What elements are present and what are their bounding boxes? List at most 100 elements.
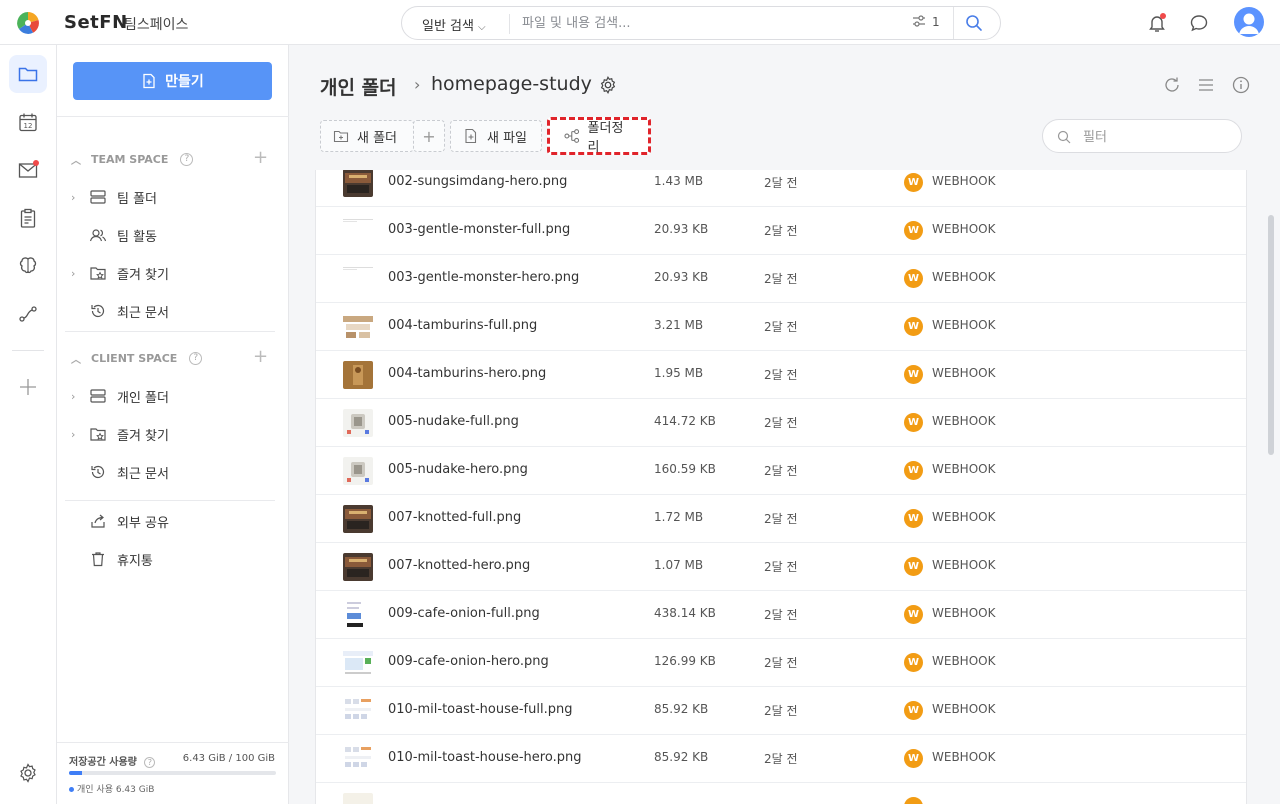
folder-settings-button[interactable] xyxy=(598,75,618,95)
owner-avatar: W xyxy=(904,221,923,240)
table-row[interactable]: 005-nudake-full.png 414.72 KB 2달 전 W WEBHOOK xyxy=(316,399,1246,447)
sidebar-item-label: 팀 활동 xyxy=(117,229,158,245)
sidebar-item-trash[interactable]: 휴지통 xyxy=(85,548,153,570)
file-name[interactable]: 005-nudake-full.png xyxy=(388,414,519,429)
file-size: 438.14 KB xyxy=(654,606,716,620)
info-button[interactable] xyxy=(1231,75,1251,95)
new-folder-button[interactable]: 새 폴더 xyxy=(320,120,414,152)
table-row[interactable]: 005-nudake-hero.png 160.59 KB 2달 전 W WEBHOOK xyxy=(316,447,1246,495)
sidebar-divider xyxy=(65,500,275,501)
file-name[interactable]: 009-cafe-onion-full.png xyxy=(388,606,540,621)
search-filter-button[interactable]: 1 xyxy=(912,15,940,29)
sidebar-item-client-recent[interactable]: 최근 문서 xyxy=(85,461,169,483)
client-space-title: CLIENT SPACE xyxy=(91,352,178,365)
plus-icon xyxy=(20,379,36,395)
sidebar-item-external-share[interactable]: 외부 공유 xyxy=(85,510,169,532)
notification-button[interactable] xyxy=(1146,12,1168,34)
file-name[interactable]: 010-mil-toast-house-full.png xyxy=(388,702,572,717)
file-name[interactable]: 009-cafe-onion-hero.png xyxy=(388,654,549,669)
file-name[interactable]: 004-tamburins-full.png xyxy=(388,318,537,333)
list-view-button[interactable] xyxy=(1196,75,1216,95)
brain-icon xyxy=(19,257,37,274)
client-space-header[interactable]: ︿ CLIENT SPACE ? xyxy=(71,351,203,366)
team-space-header[interactable]: ︿ TEAM SPACE ? xyxy=(71,152,194,167)
table-row[interactable]: 004-tamburins-hero.png 1.95 MB 2달 전 W WEBHOO… xyxy=(316,351,1246,399)
rail-calendar[interactable]: 12 xyxy=(9,103,47,141)
file-name[interactable]: 007-knotted-hero.png xyxy=(388,558,530,573)
table-row[interactable]: 010-mil-toast-house-full.png 85.92 KB 2달 전… xyxy=(316,687,1246,735)
help-icon[interactable]: ? xyxy=(180,153,194,166)
help-icon[interactable]: ? xyxy=(144,757,156,768)
refresh-icon xyxy=(1165,77,1179,92)
search-input[interactable] xyxy=(522,12,902,34)
file-name[interactable]: 002-sungsimdang-hero.png xyxy=(388,174,567,189)
sidebar-divider xyxy=(57,116,289,117)
file-date: 2달 전 xyxy=(764,320,798,334)
top-bar: SetFN 팀스페이스 일반 검색⌵ 1 xyxy=(0,0,1280,45)
refresh-button[interactable] xyxy=(1162,75,1182,95)
help-icon[interactable]: ? xyxy=(189,352,203,365)
file-name[interactable]: 007-knotted-full.png xyxy=(388,510,521,525)
file-owner: WEBHOOK xyxy=(932,654,996,668)
rail-ai[interactable] xyxy=(9,247,47,285)
table-row[interactable]: 007-knotted-full.png 1.72 MB 2달 전 W WEBHOOK xyxy=(316,495,1246,543)
avatar[interactable] xyxy=(1234,7,1264,37)
rail-add[interactable] xyxy=(9,368,47,406)
chat-button[interactable] xyxy=(1188,12,1210,34)
sidebar: 만들기 ︿ TEAM SPACE ? + › 팀 폴더 팀 활동 › 즐겨 찾기… xyxy=(57,45,289,804)
file-name[interactable]: 005-nudake-hero.png xyxy=(388,462,528,477)
route-icon xyxy=(19,306,37,322)
sidebar-item-team-recent[interactable]: 최근 문서 xyxy=(85,300,169,322)
workspace-name[interactable]: 팀스페이스 xyxy=(124,14,188,34)
file-name[interactable]: 003-gentle-monster-full.png xyxy=(388,222,570,237)
search-mode-select[interactable]: 일반 검색 ⌵ xyxy=(422,15,486,34)
file-name[interactable]: 003-gentle-monster-hero.png xyxy=(388,270,579,285)
table-row[interactable]: 003-gentle-monster-full.png 20.93 KB 2달 전 W… xyxy=(316,207,1246,255)
table-row[interactable]: 009-cafe-onion-hero.png 126.99 KB 2달 전 W WEB… xyxy=(316,639,1246,687)
sidebar-item-personal-folder[interactable]: › 개인 폴더 xyxy=(71,385,169,407)
table-row[interactable]: 004-tamburins-full.png 3.21 MB 2달 전 W WEBHOO… xyxy=(316,303,1246,351)
table-row[interactable]: 002-sungsimdang-hero.png 1.43 MB 2달 전 W WEBH… xyxy=(316,170,1246,207)
table-row[interactable] xyxy=(316,783,1246,804)
logo-icon[interactable] xyxy=(16,11,40,35)
file-date: 2달 전 xyxy=(764,416,798,430)
scrollbar[interactable] xyxy=(1268,215,1274,455)
rail-clipboard[interactable] xyxy=(9,199,47,237)
storage-progress-bar xyxy=(69,771,276,775)
sidebar-item-team-activity[interactable]: 팀 활동 xyxy=(85,224,157,246)
search-button[interactable] xyxy=(965,14,985,34)
sidebar-item-team-favorites[interactable]: › 즐겨 찾기 xyxy=(71,262,169,284)
brand-name[interactable]: SetFN xyxy=(64,12,128,33)
organize-folder-button[interactable]: 폴더정리 xyxy=(547,117,651,155)
filter-input[interactable] xyxy=(1083,127,1223,147)
file-name[interactable]: 010-mil-toast-house-hero.png xyxy=(388,750,581,765)
rail-mail[interactable] xyxy=(9,151,47,189)
create-button[interactable]: 만들기 xyxy=(73,62,272,100)
sidebar-item-team-folder[interactable]: › 팀 폴더 xyxy=(71,186,157,208)
sidebar-item-label: 팀 폴더 xyxy=(117,191,158,207)
rail-workflow[interactable] xyxy=(9,295,47,333)
rail-settings[interactable] xyxy=(9,754,47,792)
storage-personal: 개인 사용 6.43 GiB xyxy=(69,782,154,795)
table-row[interactable]: 007-knotted-hero.png 1.07 MB 2달 전 W WEBHOOK xyxy=(316,543,1246,591)
file-owner: WEBHOOK xyxy=(932,222,996,236)
file-thumbnail xyxy=(343,361,373,389)
sidebar-item-label: 최근 문서 xyxy=(117,466,169,482)
search-divider xyxy=(509,14,510,34)
new-folder-more-button[interactable]: + xyxy=(413,120,445,152)
new-file-button[interactable]: 새 파일 xyxy=(450,120,542,152)
client-space-add-button[interactable]: + xyxy=(253,346,268,367)
table-row[interactable]: 010-mil-toast-house-hero.png 85.92 KB 2달 전… xyxy=(316,735,1246,783)
chevron-up-icon: ︿ xyxy=(71,355,81,366)
team-space-add-button[interactable]: + xyxy=(253,147,268,168)
breadcrumb-root[interactable]: 개인 폴더 xyxy=(320,73,397,100)
user-icon xyxy=(1239,13,1259,34)
rail-files[interactable] xyxy=(9,55,47,93)
storage-label: 저장공간 사용량 ? xyxy=(69,753,156,768)
table-row[interactable]: 009-cafe-onion-full.png 438.14 KB 2달 전 W WEB… xyxy=(316,591,1246,639)
file-size: 85.92 KB xyxy=(654,750,709,764)
sidebar-item-label: 즐겨 찾기 xyxy=(117,428,169,444)
table-row[interactable]: 003-gentle-monster-hero.png 20.93 KB 2달 전 W… xyxy=(316,255,1246,303)
sidebar-item-client-favorites[interactable]: › 즐겨 찾기 xyxy=(71,423,169,445)
file-name[interactable]: 004-tamburins-hero.png xyxy=(388,366,546,381)
